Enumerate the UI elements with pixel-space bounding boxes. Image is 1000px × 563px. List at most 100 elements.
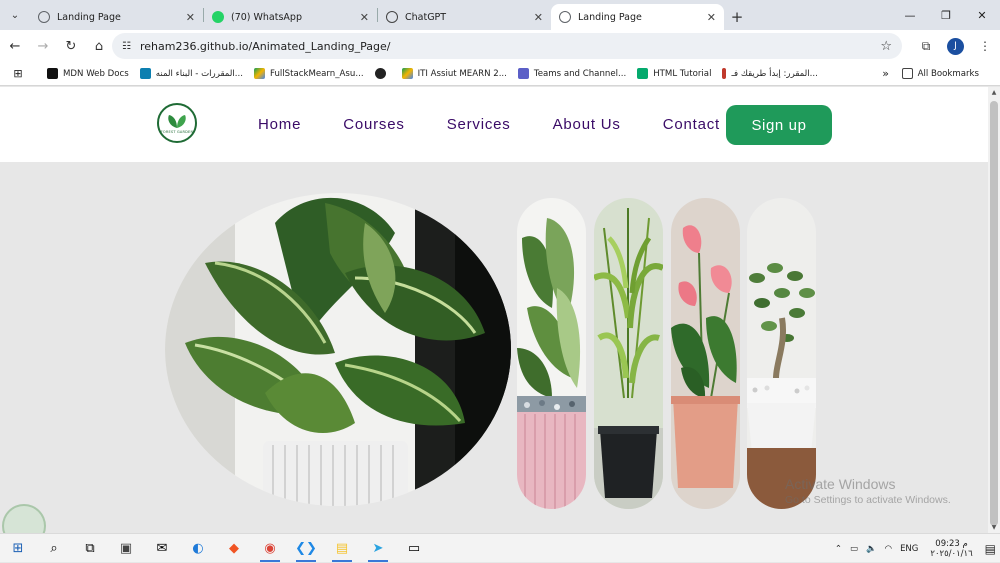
tray-chevron-icon[interactable]: ⌃ [835, 544, 842, 554]
logo-text: FOREST GARDEN [160, 129, 194, 134]
reload-icon[interactable]: ↻ [58, 33, 84, 59]
mail-icon[interactable]: ✉ [144, 534, 180, 563]
volume-icon[interactable]: 🔈 [866, 544, 877, 554]
vscode-icon[interactable]: ❮❯ [288, 534, 324, 563]
terminal-icon[interactable]: ▭ [396, 534, 432, 563]
tab-chatgpt[interactable]: ChatGPT ✕ [378, 4, 551, 30]
bookmark-label: ITI Assiut MEARN 2... [417, 68, 507, 79]
globe-icon [38, 11, 50, 23]
back-icon[interactable]: ← [2, 33, 28, 59]
bookmark-teams[interactable]: Teams and Channel... [517, 68, 626, 79]
scrollbar-thumb[interactable] [990, 101, 998, 526]
all-bookmarks[interactable]: All Bookmarks [901, 68, 979, 79]
brave-icon[interactable]: ◆ [216, 534, 252, 563]
tab-title: (70) WhatsApp [231, 11, 302, 23]
bookmark-label: HTML Tutorial [653, 68, 712, 79]
notifications-icon[interactable]: ▤ [985, 542, 996, 556]
clock[interactable]: 09:23 م ٢٠٢٥/٠١/١٦ [930, 539, 972, 559]
all-bookmarks-label: All Bookmarks [917, 68, 979, 79]
site-logo[interactable]: FOREST GARDEN [157, 103, 197, 143]
restore-icon[interactable]: ❐ [928, 0, 964, 30]
address-bar[interactable]: ☷ reham236.github.io/Animated_Landing_Pa… [112, 33, 902, 59]
plant-card-4 [747, 198, 816, 509]
hero-plant-image [165, 193, 511, 506]
site-info-icon[interactable]: ☷ [122, 41, 131, 52]
store-icon[interactable]: ▣ [108, 534, 144, 563]
nav-services[interactable]: Services [447, 116, 511, 133]
plant-card-3 [671, 198, 740, 509]
chatgpt-icon [386, 11, 398, 23]
activate-windows-watermark: Activate Windows Go to Settings to activ… [785, 476, 951, 506]
start-windows-icon[interactable]: ⊞ [0, 534, 36, 563]
new-tab-button[interactable]: + [724, 4, 750, 30]
telegram-icon[interactable]: ➤ [360, 534, 396, 563]
web-page: FOREST GARDEN Home Courses Services Abou… [0, 87, 988, 533]
language-indicator[interactable]: ENG [900, 544, 918, 554]
browser-tab-strip: ⌄ Landing Page ✕ (70) WhatsApp ✕ ChatGPT… [0, 0, 1000, 30]
scroll-down-icon[interactable]: ▼ [988, 524, 1000, 531]
tab-landing-page-1[interactable]: Landing Page ✕ [30, 4, 203, 30]
close-tab-icon[interactable]: ✕ [360, 11, 369, 24]
activate-title: Activate Windows [785, 476, 896, 492]
whatsapp-icon [212, 11, 224, 23]
bookmark-label: المقرر: إبدأ طريقك فـ... [731, 68, 818, 79]
bookmark-fullstack[interactable]: FullStackMearn_Asu... [253, 68, 364, 79]
close-tab-icon[interactable]: ✕ [186, 11, 195, 24]
chrome-icon[interactable]: ◉ [252, 534, 288, 563]
nav-home[interactable]: Home [258, 116, 301, 133]
folder-icon [901, 68, 913, 79]
battery-icon[interactable]: ▭ [850, 544, 858, 554]
courses-icon [139, 68, 151, 79]
mdn-icon [47, 68, 58, 79]
tab-title: ChatGPT [405, 11, 447, 23]
bookmark-iti[interactable]: ITI Assiut MEARN 2... [401, 68, 507, 79]
github-icon [374, 68, 386, 79]
edge-icon[interactable]: ◐ [180, 534, 216, 563]
browser-toolbar: ← → ↻ ⌂ ☷ reham236.github.io/Animated_La… [0, 30, 1000, 62]
tab-search-icon[interactable]: ⌄ [0, 0, 30, 30]
bookmark-courses[interactable]: المقررات - البناء المنه... [139, 68, 243, 79]
clock-time: 09:23 م [935, 538, 968, 549]
bookmark-html-tutorial[interactable]: HTML Tutorial [637, 68, 711, 79]
close-tab-icon[interactable]: ✕ [707, 11, 716, 24]
system-tray: ⌃ ▭ 🔈 ◠ ENG 09:23 م ٢٠٢٥/٠١/١٦ ▤ [831, 534, 1000, 563]
nav-about-us[interactable]: About Us [553, 116, 621, 133]
url-text: reham236.github.io/Animated_Landing_Page… [139, 39, 391, 53]
signup-button[interactable]: Sign up [726, 105, 832, 145]
more-bookmarks-icon[interactable]: » [882, 67, 889, 80]
forward-icon[interactable]: → [30, 33, 56, 59]
window-controls: — ❐ ✕ [892, 0, 1000, 30]
activate-subtitle: Go to Settings to activate Windows. [785, 494, 951, 506]
bookmark-github[interactable] [374, 68, 391, 79]
toolbar-right: ⧉ J ⋮ [911, 30, 1000, 62]
page-scrollbar[interactable]: ▲ ▼ [988, 87, 1000, 533]
tab-landing-page-active[interactable]: Landing Page ✕ [551, 4, 724, 30]
plant-card-2 [594, 198, 663, 509]
clock-date: ٢٠٢٥/٠١/١٦ [930, 548, 973, 559]
close-tab-icon[interactable]: ✕ [534, 11, 543, 24]
bookmark-course[interactable]: المقرر: إبدأ طريقك فـ... [722, 68, 818, 79]
home-icon[interactable]: ⌂ [86, 33, 112, 59]
profile-avatar[interactable]: J [947, 37, 964, 55]
task-view-icon[interactable]: ⧉ [72, 534, 108, 563]
menu-kebab-icon[interactable]: ⋮ [970, 39, 1000, 53]
nav-courses[interactable]: Courses [343, 116, 404, 133]
tab-title: Landing Page [57, 11, 121, 23]
bookmark-mdn[interactable]: MDN Web Docs [47, 68, 129, 79]
tab-whatsapp[interactable]: (70) WhatsApp ✕ [204, 4, 377, 30]
bookmark-star-icon[interactable]: ☆ [880, 39, 892, 54]
minimize-icon[interactable]: — [892, 0, 928, 30]
globe-icon [559, 11, 571, 23]
w3schools-icon [637, 68, 649, 79]
search-icon[interactable]: ⌕ [36, 534, 72, 563]
plant-card-1 [517, 198, 586, 509]
file-explorer-icon[interactable]: ▤ [324, 534, 360, 563]
tab-title: Landing Page [578, 11, 642, 23]
close-window-icon[interactable]: ✕ [964, 0, 1000, 30]
scroll-up-icon[interactable]: ▲ [988, 89, 1000, 96]
wifi-icon[interactable]: ◠ [885, 544, 892, 554]
apps-grid-icon[interactable]: ⊞ [0, 67, 36, 80]
extensions-icon[interactable]: ⧉ [911, 39, 941, 54]
leaf-icon [168, 114, 186, 128]
course-icon [722, 68, 727, 79]
